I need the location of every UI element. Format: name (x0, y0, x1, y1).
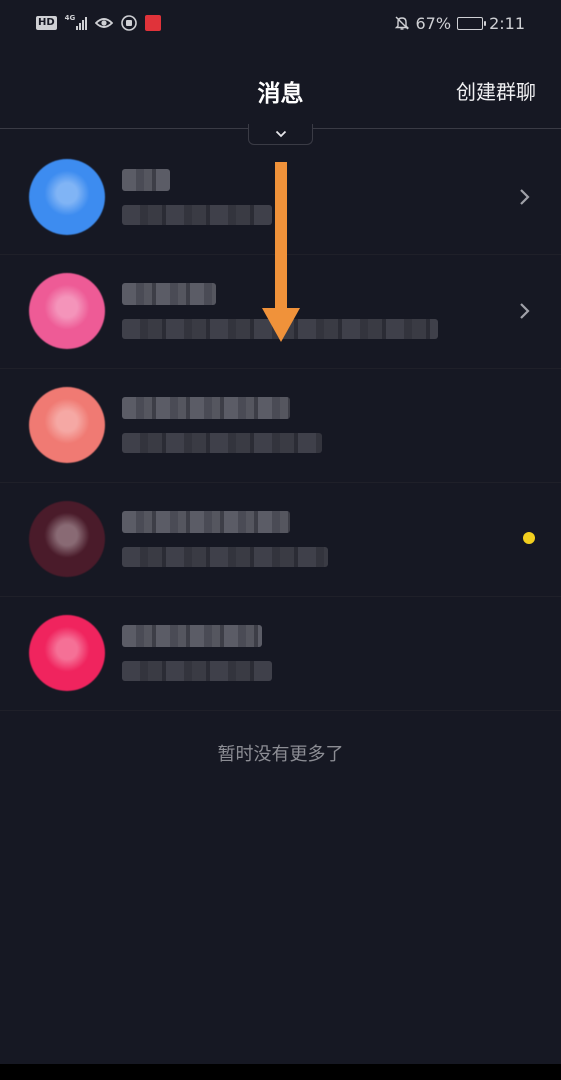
red-app-icon (144, 15, 161, 31)
blurred-preview (122, 433, 322, 453)
eye-icon (94, 18, 113, 28)
message-row[interactable] (0, 597, 561, 711)
clock: 2:11 (489, 13, 525, 33)
blurred-preview (122, 205, 272, 225)
header: 消息 创建群聊 (0, 46, 561, 128)
blurred-name (122, 283, 216, 305)
message-row[interactable] (0, 369, 561, 483)
blurred-name (122, 511, 290, 533)
blurred-preview (122, 547, 328, 567)
battery-percent: 67% (415, 13, 452, 33)
bottom-bar (0, 1064, 561, 1080)
blurred-name (122, 625, 262, 647)
message-row[interactable] (0, 483, 561, 597)
battery-icon (457, 16, 487, 30)
hd-badge: HD (36, 16, 57, 30)
unread-dot (523, 532, 535, 544)
avatar (29, 615, 105, 691)
status-right: 67% 2:11 (394, 12, 525, 34)
app-icon (120, 15, 137, 31)
blurred-preview (122, 661, 272, 681)
blurred-name (122, 169, 170, 191)
chevron-right-icon (520, 189, 530, 205)
chevron-right-icon (520, 303, 530, 319)
chevron-down-icon (275, 130, 286, 138)
avatar (29, 501, 105, 577)
avatar (29, 273, 105, 349)
network-type: 4G (64, 14, 76, 22)
status-left: HD 4G (36, 13, 161, 33)
screen: HD 4G 67% 2:11 消息 创建群聊 暂时没有更多了 (0, 0, 561, 1080)
avatar (29, 387, 105, 463)
no-more-text: 暂时没有更多了 (217, 744, 344, 765)
mute-bell-icon (394, 16, 409, 30)
status-bar: HD 4G 67% 2:11 (0, 0, 561, 46)
avatar (29, 159, 105, 235)
pull-down-arrow-annotation (262, 162, 300, 342)
blurred-name (122, 397, 290, 419)
signal-icon: 4G (64, 14, 87, 30)
create-group-button[interactable]: 创建群聊 (456, 76, 536, 105)
